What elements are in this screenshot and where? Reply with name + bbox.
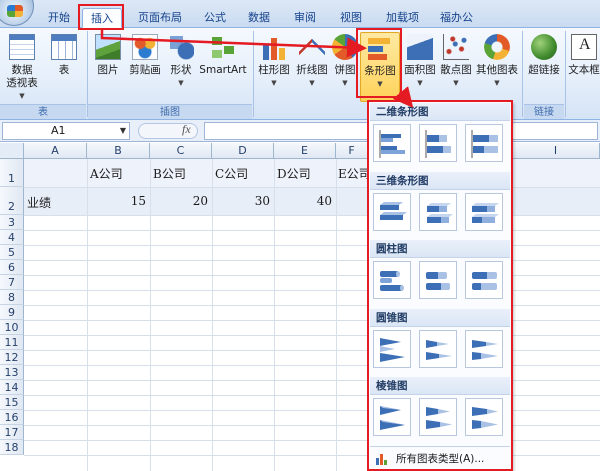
arrow-bar-to-gallery bbox=[392, 86, 414, 108]
arrow-insert-to-bar bbox=[100, 30, 367, 58]
annotation-arrows bbox=[100, 30, 414, 108]
